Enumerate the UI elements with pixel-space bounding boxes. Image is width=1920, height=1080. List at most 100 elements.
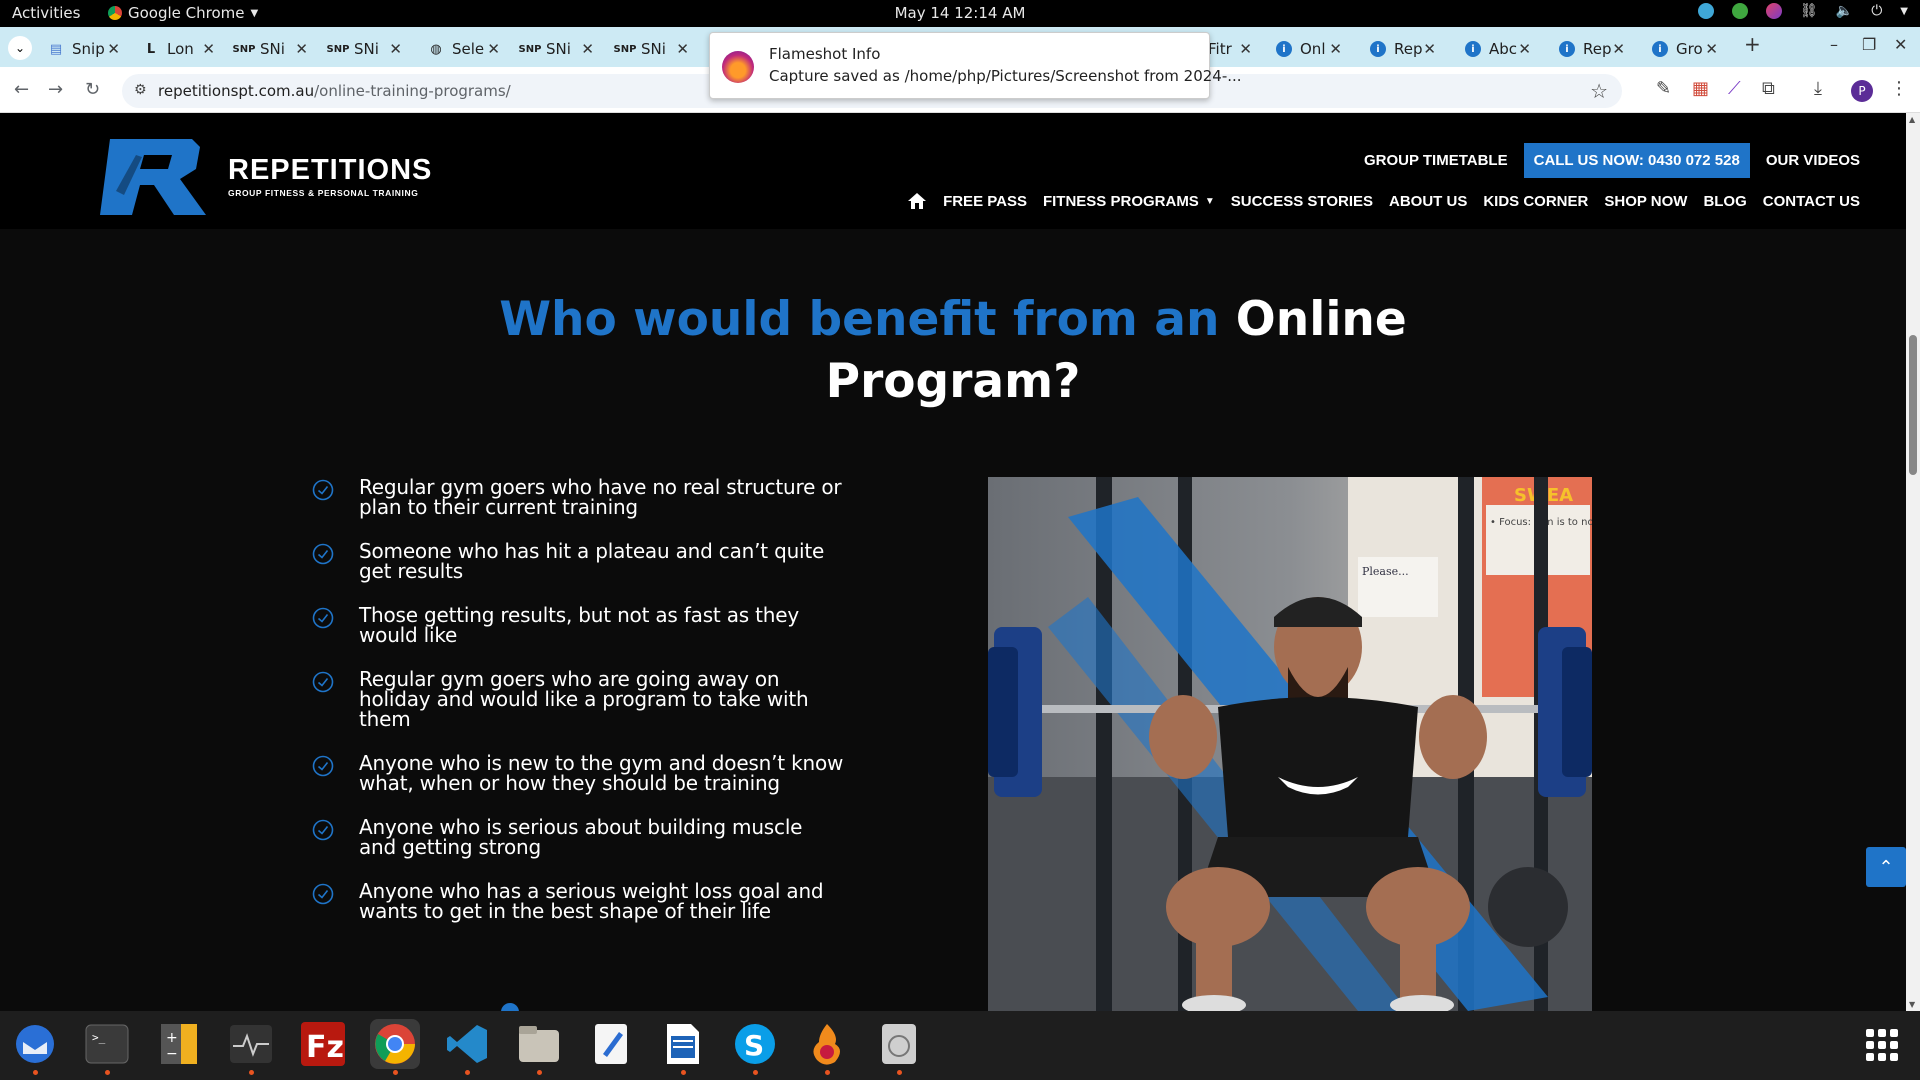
group-timetable-link[interactable]: GROUP TIMETABLE	[1364, 152, 1508, 169]
nav-kids-corner[interactable]: KIDS CORNER	[1483, 193, 1588, 210]
files-icon[interactable]	[514, 1019, 564, 1075]
tab-4[interactable]: SNP SNi ✕	[327, 33, 402, 65]
check-circle-icon	[312, 883, 334, 905]
system-monitor-icon[interactable]	[226, 1019, 276, 1075]
check-icon[interactable]	[1732, 3, 1748, 19]
call-us-button[interactable]: CALL US NOW: 0430 072 528	[1523, 143, 1750, 178]
nav-blog[interactable]: BLOG	[1703, 193, 1746, 210]
forward-icon[interactable]: →	[48, 79, 63, 100]
show-apps-icon[interactable]	[1866, 1029, 1898, 1061]
restore-icon[interactable]: ❐	[1862, 35, 1876, 54]
benefit-line: what, when or how they should be trainin…	[359, 771, 780, 795]
tab-11[interactable]: i Abc ✕	[1465, 33, 1531, 65]
vscode-icon[interactable]	[442, 1019, 492, 1075]
calendar-extension-icon[interactable]: ▦	[1692, 78, 1709, 99]
close-window-icon[interactable]: ✕	[1894, 35, 1907, 54]
tab-1[interactable]: ▤ Snip ✕	[48, 33, 120, 65]
filezilla-icon[interactable]: Fz	[298, 1019, 348, 1069]
profile-avatar[interactable]: P	[1851, 80, 1873, 102]
pen-extension-icon[interactable]: ⟋	[1728, 78, 1741, 99]
menu-icon[interactable]: ⋮	[1890, 78, 1908, 99]
volume-icon[interactable]: 🔈	[1836, 3, 1853, 19]
close-icon[interactable]: ✕	[1612, 40, 1625, 58]
nav-success-stories[interactable]: SUCCESS STORIES	[1231, 193, 1373, 210]
home-icon[interactable]	[907, 192, 927, 210]
close-icon[interactable]: ✕	[487, 40, 500, 58]
close-icon[interactable]: ✕	[389, 40, 402, 58]
site-info-icon[interactable]: ⚙	[134, 82, 147, 98]
nav-free-pass[interactable]: FREE PASS	[943, 193, 1027, 210]
benefits-list: Regular gym goers who have no real struc…	[312, 477, 872, 945]
tab-9[interactable]: i Onl ✕	[1276, 33, 1342, 65]
tab-12[interactable]: i Rep ✕	[1559, 33, 1625, 65]
url-path: /online-training-programs/	[314, 82, 511, 100]
scroll-down-icon[interactable]: ⌄	[501, 1003, 519, 1011]
our-videos-link[interactable]: OUR VIDEOS	[1766, 152, 1860, 169]
chevron-down-icon[interactable]: ▼	[1900, 6, 1908, 17]
flameshot-notification[interactable]: Flameshot Info Capture saved as /home/ph…	[709, 32, 1242, 99]
text-editor-icon[interactable]	[586, 1019, 636, 1069]
tab-8[interactable]: Fitr ✕	[1208, 33, 1252, 65]
close-icon[interactable]: ✕	[295, 40, 308, 58]
url-text[interactable]: repetitionspt.com.au/online-training-pro…	[158, 82, 511, 100]
disk-utility-icon[interactable]	[874, 1019, 924, 1075]
close-icon[interactable]: ✕	[202, 40, 215, 58]
nav-about-us[interactable]: ABOUT US	[1389, 193, 1467, 210]
skype-icon[interactable]: S	[730, 1019, 780, 1075]
system-tray[interactable]: ⛓ 🔈 ⏻ ▼	[1698, 3, 1908, 19]
chevron-down-icon: ▼	[250, 7, 259, 19]
libreoffice-writer-icon[interactable]	[658, 1019, 708, 1075]
close-icon[interactable]: ✕	[1239, 40, 1252, 58]
close-icon[interactable]: ✕	[1329, 40, 1342, 58]
notification-title: Flameshot Info	[769, 45, 881, 63]
system-top-bar: Activities Google Chrome ▼ May 14 12:14 …	[0, 0, 1920, 27]
nav-fitness-programs[interactable]: FITNESS PROGRAMS ▼	[1043, 193, 1215, 210]
power-icon[interactable]: ⏻	[1871, 3, 1882, 19]
minimize-icon[interactable]: –	[1830, 35, 1838, 54]
headline-white-part-2: Program?	[825, 354, 1081, 409]
clock[interactable]: May 14 12:14 AM	[895, 4, 1026, 22]
activities-button[interactable]: Activities	[12, 4, 80, 22]
close-icon[interactable]: ✕	[676, 40, 689, 58]
tab-10[interactable]: i Rep ✕	[1370, 33, 1436, 65]
tab-5[interactable]: ◍ Sele ✕	[428, 33, 500, 65]
scroll-up-arrow-icon[interactable]: ▲	[1909, 115, 1915, 124]
color-picker-icon[interactable]	[1766, 3, 1782, 19]
chrome-dock-icon[interactable]	[370, 1019, 420, 1075]
back-to-top-button[interactable]: ⌃	[1866, 847, 1906, 887]
tab-6[interactable]: SNP SNi ✕	[519, 33, 594, 65]
tab-search-button[interactable]: ⌄	[8, 36, 32, 60]
bookmark-star-icon[interactable]: ☆	[1590, 79, 1608, 103]
close-icon[interactable]: ✕	[1705, 40, 1718, 58]
close-icon[interactable]: ✕	[107, 40, 120, 58]
url-domain: repetitionspt.com.au	[158, 82, 315, 100]
app-menu[interactable]: Google Chrome ▼	[108, 4, 258, 22]
eyedropper-icon[interactable]: ✎	[1656, 78, 1671, 99]
download-icon[interactable]: ⤓	[1814, 78, 1822, 99]
thunderbird-icon[interactable]	[10, 1019, 60, 1075]
reload-icon[interactable]: ↻	[85, 79, 100, 100]
sync-icon[interactable]	[1698, 3, 1714, 19]
page-scrollbar[interactable]: ▲ ▼	[1906, 113, 1920, 1011]
tab-7[interactable]: SNP SNi ✕	[614, 33, 689, 65]
svg-text:>_: >_	[92, 1031, 106, 1044]
tab-2[interactable]: L Lon ✕	[143, 33, 215, 65]
new-tab-button[interactable]: +	[1744, 32, 1761, 56]
terminal-icon[interactable]: >_	[82, 1019, 132, 1075]
network-icon[interactable]: ⛓	[1800, 3, 1818, 19]
nav-contact-us[interactable]: CONTACT US	[1763, 193, 1860, 210]
flameshot-dock-icon[interactable]	[802, 1019, 852, 1075]
scrollbar-thumb[interactable]	[1909, 335, 1917, 475]
tab-3[interactable]: SNP SNi ✕	[233, 33, 308, 65]
scroll-down-arrow-icon[interactable]: ▼	[1909, 1000, 1915, 1009]
close-icon[interactable]: ✕	[581, 40, 594, 58]
tab-13[interactable]: i Gro ✕	[1652, 33, 1718, 65]
back-icon[interactable]: ←	[14, 79, 29, 100]
tab-label: Onl	[1300, 40, 1326, 58]
extensions-icon[interactable]: ⧉	[1762, 78, 1775, 99]
calculator-icon[interactable]: + −	[154, 1019, 204, 1069]
nav-shop-now[interactable]: SHOP NOW	[1604, 193, 1687, 210]
close-icon[interactable]: ✕	[1423, 40, 1436, 58]
close-icon[interactable]: ✕	[1518, 40, 1531, 58]
site-logo[interactable]: REPETITIONS GROUP FITNESS & PERSONAL TRA…	[96, 135, 432, 217]
